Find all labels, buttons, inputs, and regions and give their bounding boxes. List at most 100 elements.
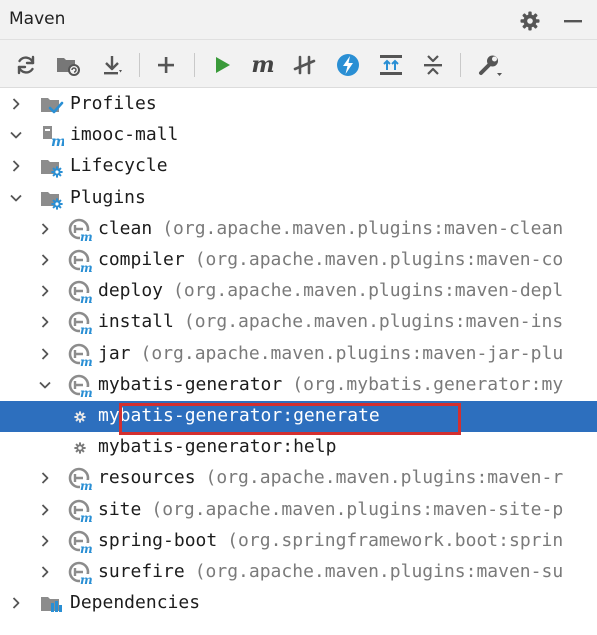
collapse-all-icon[interactable] xyxy=(420,52,446,78)
tree-row[interactable]: m install (org.apache.maven.plugins:maven-… xyxy=(0,307,597,338)
gear-icon[interactable] xyxy=(519,10,541,32)
node-name: clean xyxy=(98,218,153,239)
download-icon[interactable] xyxy=(99,52,125,78)
chevron-down-icon[interactable] xyxy=(8,190,24,206)
plugin-icon: m xyxy=(68,530,93,556)
node-name: mybatis-generator:help xyxy=(98,436,337,457)
plugin-icon: m xyxy=(68,343,93,369)
execute-goal-icon[interactable]: m xyxy=(250,52,276,78)
plugin-icon: m xyxy=(68,311,93,337)
panel-title: Maven xyxy=(9,9,66,29)
tree-row[interactable]: Dependencies xyxy=(0,588,597,619)
svg-text:m: m xyxy=(80,511,92,523)
toolbar-separator xyxy=(139,53,140,77)
svg-text:m: m xyxy=(51,134,64,148)
chevron-down-icon[interactable] xyxy=(37,377,53,393)
tree-row-label: deploy (org.apache.maven.plugins:maven-de… xyxy=(98,280,563,302)
generate-sources-icon[interactable] xyxy=(55,52,81,78)
plugin-icon: m xyxy=(68,374,93,400)
node-coordinates: (org.apache.maven.plugins:maven-site-p xyxy=(151,499,564,520)
svg-text:m: m xyxy=(80,355,92,367)
run-icon[interactable] xyxy=(209,52,235,78)
maven-toolbar: m xyxy=(0,40,597,88)
goal-gear-icon xyxy=(68,436,92,460)
chevron-right-icon[interactable] xyxy=(37,252,53,268)
tree-row-label: jar (org.apache.maven.plugins:maven-jar-p… xyxy=(98,343,563,365)
plugins-folder-icon xyxy=(40,187,64,211)
tree-row-label: spring-boot (org.springframework.boot:spr… xyxy=(98,530,563,552)
toggle-offline-icon[interactable] xyxy=(292,52,318,78)
tree-row-label: mybatis-generator (org.mybatis.generator:… xyxy=(98,374,563,396)
node-coordinates: (org.apache.maven.plugins:maven-ins xyxy=(183,311,564,332)
tree-row-label: site (org.apache.maven.plugins:maven-site… xyxy=(98,499,563,521)
lifecycle-folder-icon xyxy=(40,155,64,179)
svg-text:m: m xyxy=(80,292,92,304)
maven-module-icon: m xyxy=(40,124,66,150)
plugin-icon: m xyxy=(68,561,93,587)
chevron-right-icon[interactable] xyxy=(37,533,53,549)
chevron-right-icon[interactable] xyxy=(8,96,24,112)
tree-row[interactable]: Lifecycle xyxy=(0,151,597,182)
tree-row[interactable]: m mybatis-generator (org.mybatis.generator… xyxy=(0,370,597,401)
skip-tests-icon[interactable] xyxy=(335,52,361,78)
chevron-right-icon[interactable] xyxy=(37,283,53,299)
svg-text:m: m xyxy=(80,386,92,398)
svg-text:m: m xyxy=(80,261,92,273)
chevron-right-icon[interactable] xyxy=(37,470,53,486)
chevron-right-icon[interactable] xyxy=(37,314,53,330)
tree-row[interactable]: Profiles xyxy=(0,89,597,120)
show-dependencies-icon[interactable] xyxy=(378,52,404,78)
plugin-icon: m xyxy=(68,218,93,244)
tree-row[interactable]: m spring-boot (org.springframework.boot:sp… xyxy=(0,526,597,557)
goal-gear-icon xyxy=(68,405,92,429)
node-coordinates: (org.apache.maven.plugins:maven-jar-plu xyxy=(140,343,564,364)
tree-row[interactable]: Plugins xyxy=(0,183,597,214)
chevron-right-icon[interactable] xyxy=(37,346,53,362)
node-name: resources xyxy=(98,467,196,488)
node-name: jar xyxy=(98,343,131,364)
settings-wrench-icon[interactable] xyxy=(477,52,503,78)
minimize-icon[interactable] xyxy=(562,10,584,32)
dependencies-icon xyxy=(40,592,64,616)
tree-row-label: compiler (org.apache.maven.plugins:maven-… xyxy=(98,249,563,271)
node-name: install xyxy=(98,311,174,332)
tree-goal-row[interactable]: mybatis-generator:help xyxy=(0,432,597,463)
tree-row-label: Dependencies xyxy=(70,592,200,614)
tree-row[interactable]: m clean (org.apache.maven.plugins:maven-cl… xyxy=(0,214,597,245)
chevron-right-icon[interactable] xyxy=(37,221,53,237)
node-coordinates: (org.apache.maven.plugins:maven-r xyxy=(205,467,564,488)
profiles-icon xyxy=(40,93,64,117)
reload-icon[interactable] xyxy=(13,52,39,78)
node-coordinates: (org.apache.maven.plugins:maven-su xyxy=(194,561,564,582)
tree-row[interactable]: m surefire (org.apache.maven.plugins:maven… xyxy=(0,557,597,588)
chevron-right-icon[interactable] xyxy=(37,502,53,518)
tree-row[interactable]: m site (org.apache.maven.plugins:maven-sit… xyxy=(0,495,597,526)
node-name: surefire xyxy=(98,561,185,582)
add-icon[interactable] xyxy=(153,52,179,78)
tree-row[interactable]: m deploy (org.apache.maven.plugins:maven-d… xyxy=(0,276,597,307)
svg-text:m: m xyxy=(80,230,92,242)
node-coordinates: (org.apache.maven.plugins:maven-clean xyxy=(162,218,564,239)
plugin-icon: m xyxy=(68,280,93,306)
chevron-right-icon[interactable] xyxy=(8,595,24,611)
node-name: site xyxy=(98,499,142,520)
chevron-right-icon[interactable] xyxy=(37,564,53,580)
chevron-right-icon[interactable] xyxy=(8,158,24,174)
node-name: Plugins xyxy=(70,187,146,208)
chevron-down-icon[interactable] xyxy=(8,127,24,143)
tree-row-label: surefire (org.apache.maven.plugins:maven-… xyxy=(98,561,563,583)
tree-row[interactable]: m imooc-mall xyxy=(0,120,597,151)
tree-row[interactable]: m compiler (org.apache.maven.plugins:maven… xyxy=(0,245,597,276)
toolbar-separator xyxy=(460,53,461,77)
node-name: spring-boot xyxy=(98,530,218,551)
tool-window-header: Maven xyxy=(0,0,597,40)
svg-text:m: m xyxy=(80,323,92,335)
node-coordinates: (org.apache.maven.plugins:maven-co xyxy=(194,249,564,270)
maven-projects-tree: Profilesmimooc-mallLifecyclePluginsmclea… xyxy=(0,89,597,635)
node-name: mybatis-generator xyxy=(98,374,283,395)
node-name: compiler xyxy=(98,249,185,270)
tree-row[interactable]: m jar (org.apache.maven.plugins:maven-jar-… xyxy=(0,339,597,370)
svg-text:m: m xyxy=(80,542,92,554)
node-name: deploy xyxy=(98,280,164,301)
tree-row[interactable]: m resources (org.apache.maven.plugins:mave… xyxy=(0,463,597,494)
